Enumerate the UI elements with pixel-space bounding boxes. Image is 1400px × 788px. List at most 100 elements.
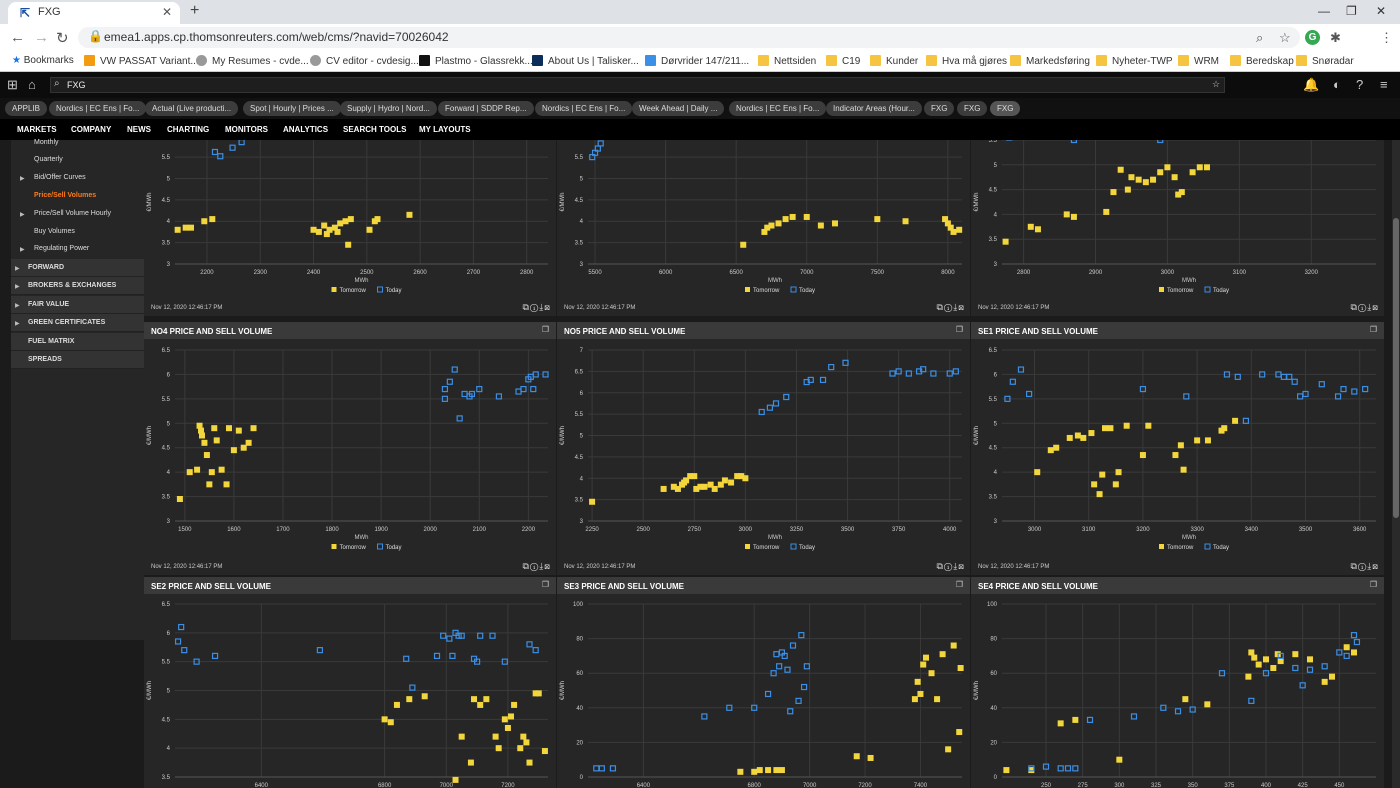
point-tomorrow[interactable] [928, 670, 935, 677]
point-today[interactable] [1291, 378, 1298, 385]
point-tomorrow[interactable] [218, 466, 225, 473]
point-tomorrow[interactable] [1091, 481, 1098, 488]
sidebar-item-quarterly[interactable]: Quarterly [34, 156, 63, 163]
point-tomorrow[interactable] [174, 226, 181, 233]
menu-monitors[interactable]: MONITORS [225, 125, 268, 134]
point-tomorrow[interactable] [1321, 678, 1328, 685]
point-today[interactable] [515, 388, 522, 395]
point-today[interactable] [446, 635, 453, 642]
point-today[interactable] [530, 385, 537, 393]
point-today[interactable] [1064, 765, 1072, 772]
bookmark-folder[interactable]: WRM [1178, 55, 1219, 67]
point-tomorrow[interactable] [1203, 164, 1210, 171]
point-today[interactable] [787, 708, 794, 715]
point-tomorrow[interactable] [467, 759, 474, 766]
point-tomorrow[interactable] [458, 733, 465, 740]
sidebar-section-forward[interactable]: FORWARD [11, 259, 144, 277]
point-tomorrow[interactable] [740, 241, 747, 248]
point-tomorrow[interactable] [213, 437, 220, 444]
sidebar-section-fair-value[interactable]: FAIR VALUE [11, 296, 144, 314]
chart-tools-icon[interactable]: ⧉ⓘ⤓⊠ [522, 302, 551, 313]
point-tomorrow[interactable] [756, 767, 763, 774]
point-tomorrow[interactable] [701, 483, 708, 490]
point-tomorrow[interactable] [1245, 673, 1252, 680]
point-tomorrow[interactable] [511, 701, 518, 708]
point-tomorrow[interactable] [245, 439, 252, 446]
point-tomorrow[interactable] [1343, 644, 1350, 651]
expand-arrow-icon[interactable]: ▶ [15, 283, 20, 290]
point-today[interactable] [593, 765, 600, 772]
point-today[interactable] [772, 400, 780, 407]
bookmark-folder[interactable]: Nyheter-TWP [1096, 55, 1173, 67]
point-tomorrow[interactable] [1110, 189, 1117, 196]
point-tomorrow[interactable] [187, 224, 194, 231]
point-tomorrow[interactable] [902, 218, 909, 225]
point-today[interactable] [1343, 652, 1350, 660]
point-tomorrow[interactable] [1080, 434, 1087, 441]
point-today[interactable] [1340, 385, 1347, 393]
point-today[interactable] [1353, 638, 1361, 646]
point-tomorrow[interactable] [1124, 186, 1131, 193]
workspace-tab[interactable]: Nordics | EC Ens | Fo... [49, 101, 147, 116]
point-tomorrow[interactable] [1034, 226, 1041, 233]
sidebar-section-green-certificates[interactable]: GREEN CERTIFICATES [11, 314, 144, 332]
point-tomorrow[interactable] [421, 693, 428, 700]
point-tomorrow[interactable] [853, 753, 860, 760]
point-today[interactable] [461, 390, 468, 398]
point-tomorrow[interactable] [1204, 437, 1211, 444]
point-today[interactable] [1334, 393, 1342, 400]
point-tomorrow[interactable] [337, 220, 344, 227]
url-input[interactable]: emea1.apps.cp.thomsonreuters.com/web/cms… [78, 27, 1300, 48]
point-tomorrow[interactable] [203, 452, 210, 459]
point-tomorrow[interactable] [1251, 654, 1258, 661]
expand-arrow-icon[interactable]: ▶ [15, 265, 20, 272]
point-tomorrow[interactable] [517, 745, 524, 752]
point-today[interactable] [217, 153, 224, 160]
point-tomorrow[interactable] [1088, 430, 1095, 437]
point-tomorrow[interactable] [315, 228, 322, 235]
point-tomorrow[interactable] [1107, 425, 1114, 432]
point-today[interactable] [449, 652, 456, 660]
point-tomorrow[interactable] [225, 425, 232, 432]
point-tomorrow[interactable] [541, 748, 548, 755]
reload-icon[interactable]: ↻ [56, 29, 69, 47]
point-tomorrow[interactable] [501, 716, 508, 723]
point-today[interactable] [532, 647, 539, 654]
point-tomorrow[interactable] [186, 469, 193, 476]
point-tomorrow[interactable] [483, 696, 490, 703]
point-tomorrow[interactable] [1047, 447, 1054, 454]
point-today[interactable] [1026, 390, 1033, 398]
point-today[interactable] [1350, 632, 1358, 639]
point-tomorrow[interactable] [347, 216, 354, 223]
point-tomorrow[interactable] [957, 665, 964, 672]
point-tomorrow[interactable] [206, 481, 213, 488]
point-today[interactable] [800, 683, 808, 691]
point-tomorrow[interactable] [1096, 491, 1103, 498]
point-today[interactable] [526, 641, 533, 648]
point-tomorrow[interactable] [1329, 673, 1335, 680]
point-today[interactable] [456, 415, 463, 422]
point-tomorrow[interactable] [660, 485, 667, 492]
point-today[interactable] [1017, 366, 1025, 373]
point-tomorrow[interactable] [1145, 422, 1152, 429]
point-today[interactable] [1234, 373, 1241, 380]
point-tomorrow[interactable] [1070, 213, 1077, 220]
new-tab-icon[interactable]: + [190, 2, 199, 20]
point-tomorrow[interactable] [950, 228, 957, 235]
menu-my-layouts[interactable]: MY LAYOUTS [419, 125, 471, 134]
zoom-icon[interactable]: ⌕ [1256, 30, 1263, 46]
bookmark-item[interactable]: Plastmo - Glassrekk... [419, 55, 533, 67]
point-tomorrow[interactable] [831, 220, 838, 227]
bookmark-item[interactable]: Dørvrider 147/211... [645, 55, 749, 67]
point-tomorrow[interactable] [523, 739, 530, 746]
point-today[interactable] [229, 144, 236, 151]
point-tomorrow[interactable] [920, 661, 927, 668]
point-tomorrow[interactable] [1182, 696, 1189, 703]
expand-arrow-icon[interactable]: ▶ [20, 175, 25, 182]
lock-icon[interactable]: 🔒 [88, 29, 103, 43]
point-today[interactable] [477, 632, 484, 639]
point-tomorrow[interactable] [1232, 417, 1239, 424]
point-today[interactable] [403, 655, 410, 662]
point-tomorrow[interactable] [1116, 756, 1123, 763]
point-tomorrow[interactable] [867, 754, 874, 761]
